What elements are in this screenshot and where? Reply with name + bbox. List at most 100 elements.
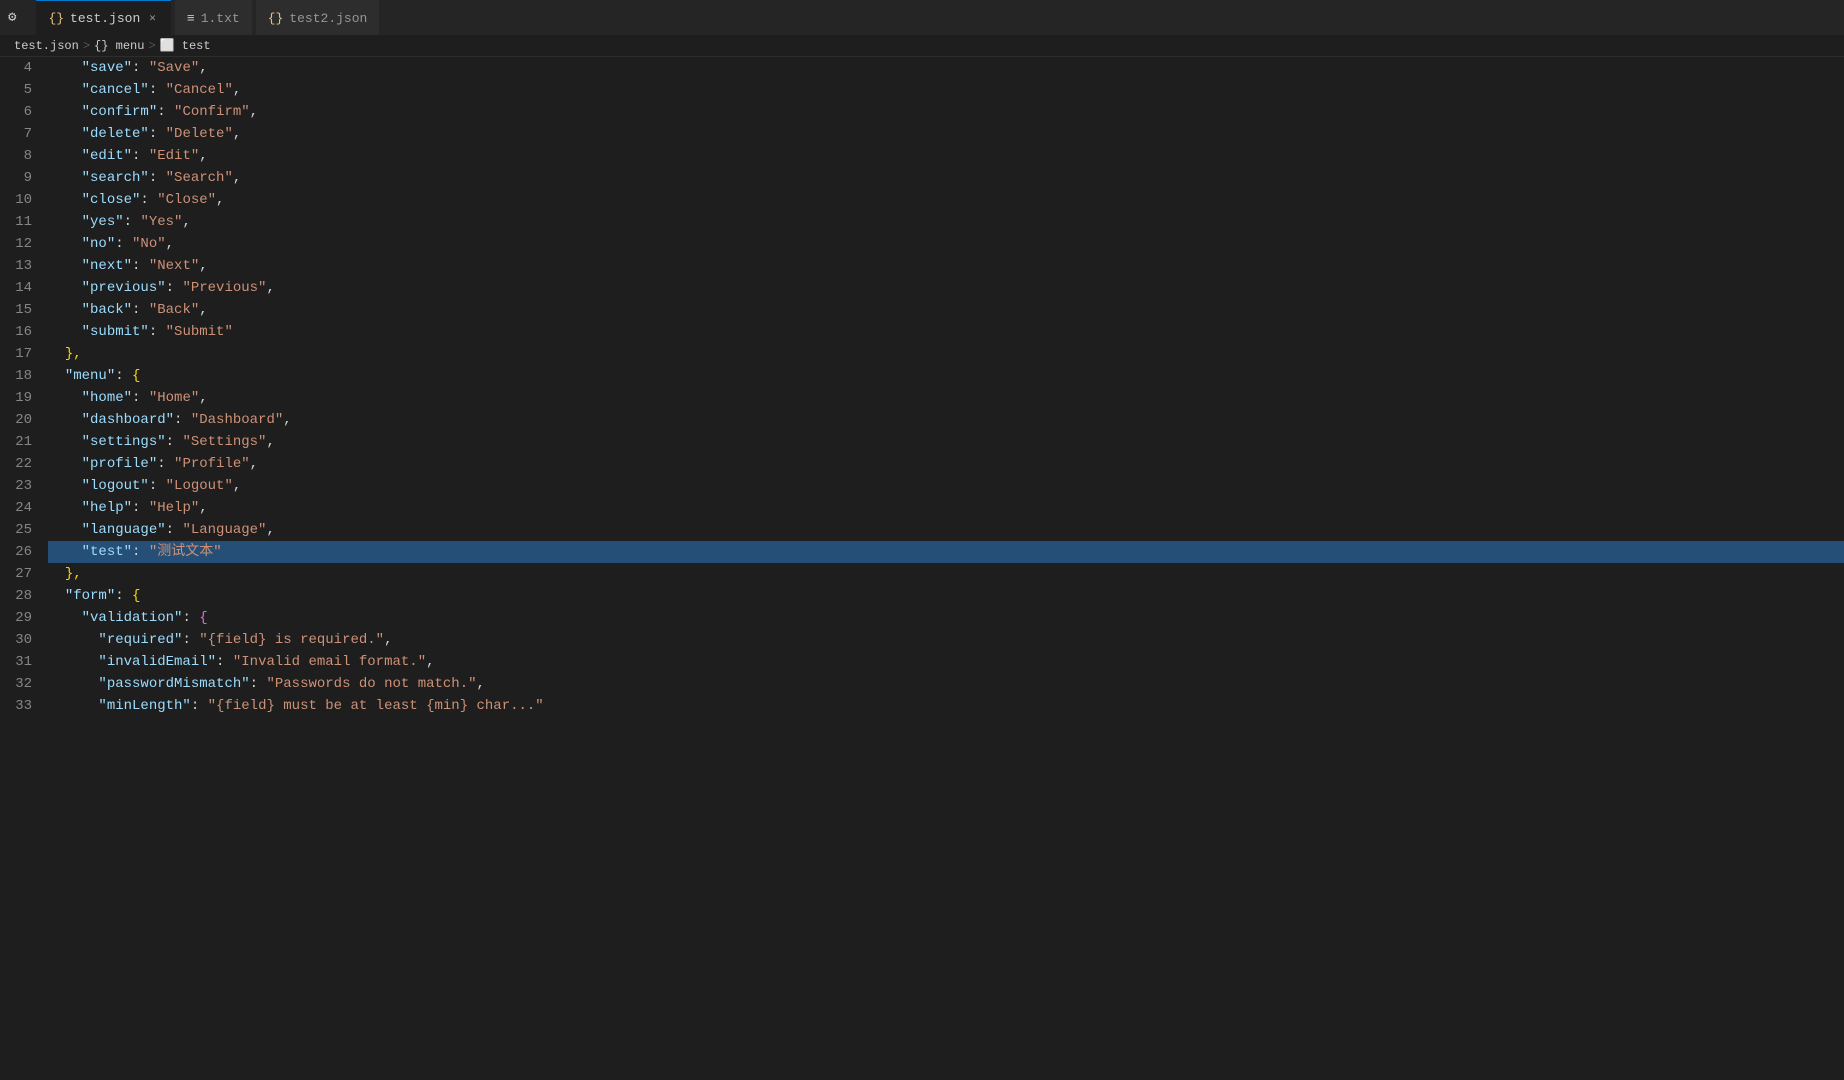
token-punc: , [477, 673, 485, 695]
token-indent [48, 695, 98, 717]
token-punc: , [250, 101, 258, 123]
token-key: "settings" [82, 431, 166, 453]
code-line: "delete": "Delete", [48, 123, 1844, 145]
code-line: "home": "Home", [48, 387, 1844, 409]
line-number: 16 [0, 321, 32, 343]
line-number: 4 [0, 57, 32, 79]
tab-test-json[interactable]: {} test.json ✕ [36, 0, 170, 35]
code-line: "previous": "Previous", [48, 277, 1844, 299]
token-indent [48, 607, 82, 629]
token-str: "Delete" [166, 123, 233, 145]
token-str: "Search" [166, 167, 233, 189]
title-bar: ⚙ {} test.json ✕ ≡ 1.txt {} test2.json [0, 0, 1844, 35]
tab-1-txt[interactable]: ≡ 1.txt [175, 0, 252, 35]
code-content[interactable]: "save": "Save", "cancel": "Cancel", "con… [48, 57, 1844, 1080]
line-number: 28 [0, 585, 32, 607]
token-brace: }, [65, 563, 82, 585]
token-str: "测试文本" [149, 541, 222, 563]
token-indent [48, 365, 65, 387]
line-number: 33 [0, 695, 32, 717]
token-punc: , [199, 255, 207, 277]
code-line: "search": "Search", [48, 167, 1844, 189]
line-number: 8 [0, 145, 32, 167]
json-icon-2: {} [268, 11, 284, 26]
token-punc: , [199, 387, 207, 409]
token-brace: }, [65, 343, 82, 365]
line-number: 32 [0, 673, 32, 695]
token-key: "logout" [82, 475, 149, 497]
txt-icon: ≡ [187, 11, 195, 26]
token-indent [48, 343, 65, 365]
token-punc: : [182, 629, 199, 651]
editor: 4567891011121314151617181920212223242526… [0, 57, 1844, 1080]
code-line: }, [48, 563, 1844, 585]
code-line: "yes": "Yes", [48, 211, 1844, 233]
tab-label-3: test2.json [289, 11, 367, 26]
line-number: 26 [0, 541, 32, 563]
token-indent [48, 189, 82, 211]
token-indent [48, 123, 82, 145]
token-punc: : [191, 695, 208, 717]
token-punc: : [149, 475, 166, 497]
token-indent [48, 475, 82, 497]
token-str: "Close" [157, 189, 216, 211]
token-key: "back" [82, 299, 132, 321]
token-punc: , [166, 233, 174, 255]
token-key: "submit" [82, 321, 149, 343]
token-indent [48, 255, 82, 277]
token-brace2: { [199, 607, 207, 629]
tab-label-1: test.json [70, 11, 140, 26]
code-line: "submit": "Submit" [48, 321, 1844, 343]
token-punc: : [140, 189, 157, 211]
token-punc: : [250, 673, 267, 695]
token-punc: : [166, 431, 183, 453]
token-indent [48, 321, 82, 343]
line-number: 18 [0, 365, 32, 387]
token-punc: : [182, 607, 199, 629]
token-punc: , [250, 453, 258, 475]
line-number: 12 [0, 233, 32, 255]
token-punc: , [233, 123, 241, 145]
token-brace: { [132, 585, 140, 607]
token-punc: : [132, 497, 149, 519]
token-key: "test" [82, 541, 132, 563]
token-punc: , [199, 57, 207, 79]
token-punc: : [149, 79, 166, 101]
token-key: "edit" [82, 145, 132, 167]
token-punc: : [166, 519, 183, 541]
token-indent [48, 673, 98, 695]
line-number: 23 [0, 475, 32, 497]
token-str: "Passwords do not match." [266, 673, 476, 695]
line-number: 15 [0, 299, 32, 321]
token-indent [48, 299, 82, 321]
token-str: "Help" [149, 497, 199, 519]
line-number: 22 [0, 453, 32, 475]
breadcrumb-menu: {} menu [94, 39, 144, 53]
code-line: "required": "{field} is required.", [48, 629, 1844, 651]
code-line: "save": "Save", [48, 57, 1844, 79]
token-str: "Home" [149, 387, 199, 409]
token-indent [48, 145, 82, 167]
token-key: "search" [82, 167, 149, 189]
token-punc: : [124, 211, 141, 233]
token-punc: : [149, 167, 166, 189]
line-number: 30 [0, 629, 32, 651]
code-line: "form": { [48, 585, 1844, 607]
tab-close-1[interactable]: ✕ [146, 10, 159, 26]
token-key: "language" [82, 519, 166, 541]
token-punc: : [166, 277, 183, 299]
token-str: "Settings" [182, 431, 266, 453]
token-key: "menu" [65, 365, 115, 387]
code-line: "back": "Back", [48, 299, 1844, 321]
token-indent [48, 211, 82, 233]
tab-test2-json[interactable]: {} test2.json [256, 0, 380, 35]
token-key: "previous" [82, 277, 166, 299]
token-indent [48, 519, 82, 541]
line-number: 6 [0, 101, 32, 123]
code-line: }, [48, 343, 1844, 365]
token-indent [48, 563, 65, 585]
line-number: 11 [0, 211, 32, 233]
token-punc: , [199, 299, 207, 321]
breadcrumb: test.json > {} menu > ⬜ test [0, 35, 1844, 57]
breadcrumb-sep-1: > [83, 39, 90, 53]
